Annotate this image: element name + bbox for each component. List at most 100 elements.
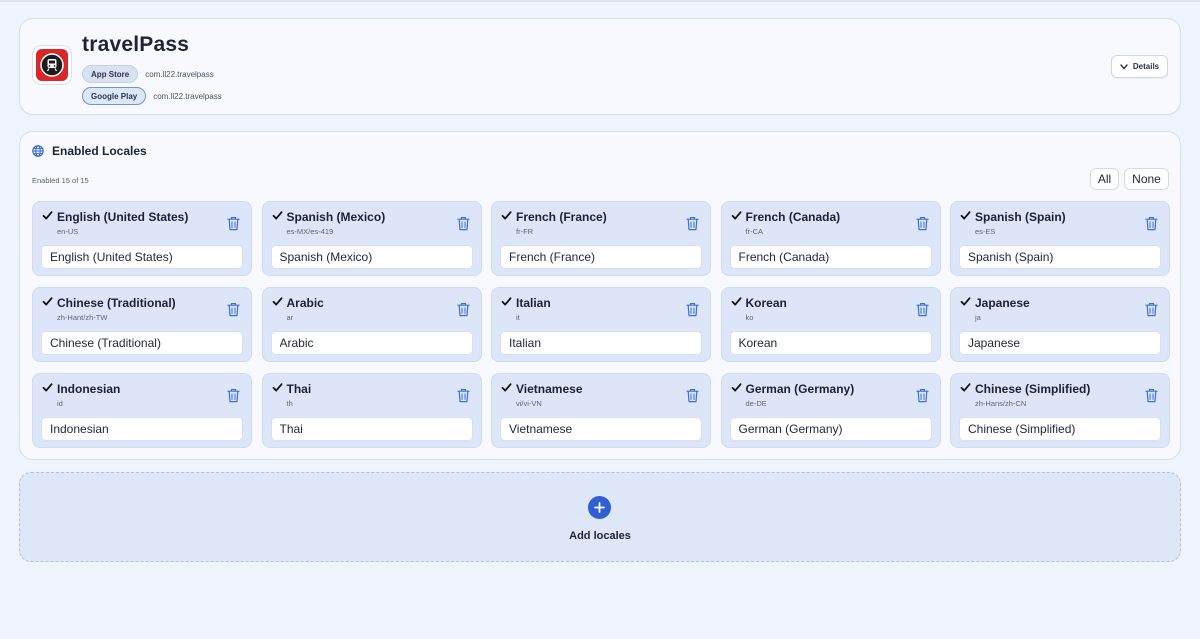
locale-display-name-input[interactable] — [500, 417, 702, 441]
checkmark-icon[interactable] — [960, 382, 971, 393]
trash-icon[interactable] — [227, 216, 240, 231]
locale-display-name-input[interactable] — [41, 417, 243, 441]
locale-card: English (United States) en-US — [32, 201, 252, 276]
locale-name: Italian — [516, 296, 551, 310]
locale-display-name-input[interactable] — [959, 331, 1161, 355]
locale-name: Indonesian — [57, 382, 121, 396]
trash-icon[interactable] — [686, 302, 699, 317]
locale-display-name-input[interactable] — [500, 331, 702, 355]
checkmark-icon[interactable] — [272, 210, 283, 221]
trash-icon[interactable] — [1145, 302, 1158, 317]
trash-icon[interactable] — [1145, 216, 1158, 231]
checkmark-icon[interactable] — [42, 296, 53, 307]
trash-icon[interactable] — [686, 388, 699, 403]
app-store-badge[interactable]: App Store — [82, 65, 139, 83]
locale-name: German (Germany) — [745, 382, 855, 396]
locales-header: Enabled Locales — [32, 144, 147, 158]
checkmark-icon[interactable] — [272, 382, 283, 393]
enabled-locales-card: Enabled Locales Enabled 15 of 15 All Non… — [19, 131, 1181, 460]
google-play-badge[interactable]: Google Play — [82, 87, 147, 105]
app-title: travelPass — [82, 33, 190, 56]
enabled-count: Enabled 15 of 15 — [32, 176, 89, 185]
locale-card: Korean ko — [720, 287, 941, 362]
trash-icon[interactable] — [915, 388, 929, 403]
locale-card: Spanish (Mexico) es-MX/es-419 — [261, 201, 482, 276]
locale-name: French (Canada) — [745, 210, 841, 224]
locale-code: zh-Hans/zh-CN — [975, 399, 1027, 408]
trash-icon[interactable] — [456, 216, 470, 231]
checkmark-icon[interactable] — [272, 296, 283, 307]
locale-card: Chinese (Traditional) zh-Hant/zh-TW — [32, 287, 252, 362]
locale-card: Indonesian id — [32, 373, 252, 448]
checkmark-icon[interactable] — [501, 382, 512, 393]
locale-code: id — [57, 399, 63, 408]
locale-code: de-DE — [745, 399, 767, 408]
locale-display-name-input[interactable] — [729, 331, 932, 355]
select-all-button[interactable]: All — [1090, 168, 1119, 190]
locale-card: Vietnamese vi/vi-VN — [491, 373, 711, 448]
checkmark-icon[interactable] — [731, 210, 742, 221]
trash-icon[interactable] — [915, 302, 929, 317]
locale-name: Japanese — [975, 296, 1030, 310]
locale-card: German (Germany) de-DE — [720, 373, 941, 448]
locale-display-name-input[interactable] — [270, 417, 473, 441]
locale-name: Vietnamese — [516, 382, 583, 396]
trash-icon[interactable] — [686, 216, 699, 231]
checkmark-icon[interactable] — [501, 210, 512, 221]
locale-display-name-input[interactable] — [41, 331, 243, 355]
checkmark-icon[interactable] — [501, 296, 512, 307]
add-locales-label: Add locales — [569, 530, 631, 542]
locale-display-name-input[interactable] — [959, 417, 1161, 441]
checkmark-icon[interactable] — [731, 296, 742, 307]
trash-icon[interactable] — [456, 388, 470, 403]
bundle-id: com.ll22.travelpass — [145, 69, 214, 79]
globe-icon — [32, 145, 44, 157]
store-row-app-store: App Store com.ll22.travelpass — [82, 65, 214, 83]
locale-name: Arabic — [286, 296, 324, 310]
details-button[interactable]: Details — [1111, 55, 1168, 78]
checkmark-icon[interactable] — [960, 296, 971, 307]
locale-display-name-input[interactable] — [729, 417, 932, 441]
checkmark-icon[interactable] — [960, 210, 971, 221]
checkmark-icon[interactable] — [731, 382, 742, 393]
locale-name: Chinese (Traditional) — [57, 296, 176, 310]
locale-grid: English (United States) en-US Spanish (M… — [32, 201, 1170, 448]
locale-display-name-input[interactable] — [270, 245, 473, 269]
locale-card: Chinese (Simplified) zh-Hans/zh-CN — [950, 373, 1170, 448]
checkmark-icon[interactable] — [42, 210, 53, 221]
locale-display-name-input[interactable] — [41, 245, 243, 269]
locale-code: ar — [286, 313, 294, 322]
add-locales-dropzone[interactable]: Add locales — [19, 472, 1181, 562]
locale-card: Japanese ja — [950, 287, 1170, 362]
locale-name: Spanish (Mexico) — [286, 210, 386, 224]
trash-icon[interactable] — [227, 302, 240, 317]
plus-icon — [594, 502, 605, 513]
locale-display-name-input[interactable] — [729, 245, 932, 269]
locale-code: vi/vi-VN — [516, 399, 542, 408]
select-none-button[interactable]: None — [1124, 168, 1169, 190]
trash-icon[interactable] — [1145, 388, 1158, 403]
locale-display-name-input[interactable] — [270, 331, 473, 355]
locale-display-name-input[interactable] — [959, 245, 1161, 269]
trash-icon[interactable] — [915, 216, 929, 231]
locale-code: en-US — [57, 227, 79, 236]
locale-code: fr-FR — [516, 227, 534, 236]
locale-code: zh-Hant/zh-TW — [57, 313, 108, 322]
train-icon — [36, 49, 68, 81]
locale-name: Spanish (Spain) — [975, 210, 1066, 224]
locale-code: ko — [745, 313, 754, 322]
locale-card: Thai th — [261, 373, 482, 448]
trash-icon[interactable] — [456, 302, 470, 317]
locale-code: fr-CA — [745, 227, 764, 236]
trash-icon[interactable] — [227, 388, 240, 403]
locale-name: Chinese (Simplified) — [975, 382, 1091, 396]
locale-card: Italian it — [491, 287, 711, 362]
checkmark-icon[interactable] — [42, 382, 53, 393]
add-locales-button[interactable] — [588, 496, 611, 519]
locale-card: French (Canada) fr-CA — [720, 201, 941, 276]
locale-code: th — [286, 399, 293, 408]
chevron-down-icon — [1120, 63, 1128, 70]
locales-title: Enabled Locales — [52, 144, 147, 158]
bundle-id: com.ll22.travelpass — [153, 91, 222, 101]
locale-display-name-input[interactable] — [500, 245, 702, 269]
